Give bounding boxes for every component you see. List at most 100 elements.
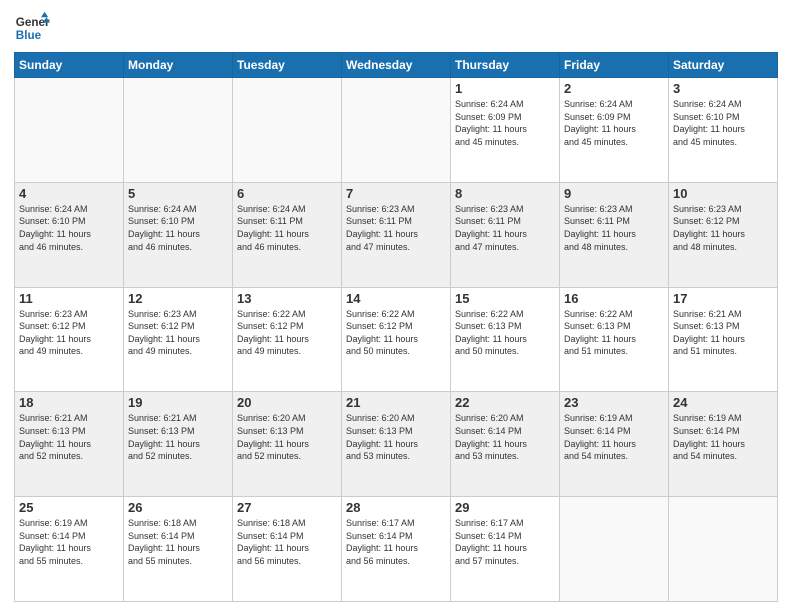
day-number: 19 [128,395,228,410]
day-number: 6 [237,186,337,201]
day-number: 3 [673,81,773,96]
calendar-cell [124,78,233,183]
day-number: 26 [128,500,228,515]
day-info: Sunrise: 6:22 AM Sunset: 6:12 PM Dayligh… [237,308,337,358]
day-info: Sunrise: 6:21 AM Sunset: 6:13 PM Dayligh… [128,412,228,462]
calendar-cell: 16 Sunrise: 6:22 AM Sunset: 6:13 PM Dayli… [560,287,669,392]
day-info: Sunrise: 6:23 AM Sunset: 6:11 PM Dayligh… [564,203,664,253]
header: General Blue [14,10,778,46]
week-row-1: 1 Sunrise: 6:24 AM Sunset: 6:09 PM Daylig… [15,78,778,183]
day-info: Sunrise: 6:24 AM Sunset: 6:09 PM Dayligh… [564,98,664,148]
day-info: Sunrise: 6:21 AM Sunset: 6:13 PM Dayligh… [19,412,119,462]
weekday-header-row: SundayMondayTuesdayWednesdayThursdayFrid… [15,53,778,78]
day-number: 12 [128,291,228,306]
calendar-cell: 9 Sunrise: 6:23 AM Sunset: 6:11 PM Daylig… [560,182,669,287]
day-info: Sunrise: 6:24 AM Sunset: 6:10 PM Dayligh… [128,203,228,253]
day-info: Sunrise: 6:19 AM Sunset: 6:14 PM Dayligh… [673,412,773,462]
day-number: 16 [564,291,664,306]
day-number: 1 [455,81,555,96]
calendar-cell: 15 Sunrise: 6:22 AM Sunset: 6:13 PM Dayli… [451,287,560,392]
weekday-saturday: Saturday [669,53,778,78]
day-number: 10 [673,186,773,201]
calendar-cell: 14 Sunrise: 6:22 AM Sunset: 6:12 PM Dayli… [342,287,451,392]
day-info: Sunrise: 6:23 AM Sunset: 6:11 PM Dayligh… [455,203,555,253]
calendar-cell: 26Sunrise: 6:18 AM Sunset: 6:14 PM Dayli… [124,497,233,602]
day-info: Sunrise: 6:19 AM Sunset: 6:14 PM Dayligh… [564,412,664,462]
calendar-cell: 23 Sunrise: 6:19 AM Sunset: 6:14 PM Dayli… [560,392,669,497]
day-number: 9 [564,186,664,201]
calendar-cell: 28 Sunrise: 6:17 AM Sunset: 6:14 PM Dayli… [342,497,451,602]
day-number: 28 [346,500,446,515]
week-row-3: 11 Sunrise: 6:23 AM Sunset: 6:12 PM Dayli… [15,287,778,392]
calendar-cell: 20Sunrise: 6:20 AM Sunset: 6:13 PM Dayli… [233,392,342,497]
calendar-cell: 4Sunrise: 6:24 AM Sunset: 6:10 PM Daylig… [15,182,124,287]
day-number: 13 [237,291,337,306]
calendar-cell: 3 Sunrise: 6:24 AM Sunset: 6:10 PM Daylig… [669,78,778,183]
day-info: Sunrise: 6:17 AM Sunset: 6:14 PM Dayligh… [455,517,555,567]
calendar-cell: 11 Sunrise: 6:23 AM Sunset: 6:12 PM Dayli… [15,287,124,392]
calendar-cell: 13 Sunrise: 6:22 AM Sunset: 6:12 PM Dayli… [233,287,342,392]
calendar-cell: 22 Sunrise: 6:20 AM Sunset: 6:14 PM Dayli… [451,392,560,497]
day-info: Sunrise: 6:20 AM Sunset: 6:13 PM Dayligh… [237,412,337,462]
day-info: Sunrise: 6:22 AM Sunset: 6:13 PM Dayligh… [564,308,664,358]
calendar-cell [15,78,124,183]
day-info: Sunrise: 6:19 AM Sunset: 6:14 PM Dayligh… [19,517,119,567]
weekday-sunday: Sunday [15,53,124,78]
day-number: 18 [19,395,119,410]
day-number: 17 [673,291,773,306]
day-info: Sunrise: 6:24 AM Sunset: 6:10 PM Dayligh… [673,98,773,148]
calendar-cell [669,497,778,602]
day-number: 4 [19,186,119,201]
page: General Blue SundayMondayTuesdayWednesda… [0,0,792,612]
calendar-cell: 24 Sunrise: 6:19 AM Sunset: 6:14 PM Dayli… [669,392,778,497]
day-info: Sunrise: 6:21 AM Sunset: 6:13 PM Dayligh… [673,308,773,358]
calendar-cell: 5 Sunrise: 6:24 AM Sunset: 6:10 PM Daylig… [124,182,233,287]
calendar-cell: 12 Sunrise: 6:23 AM Sunset: 6:12 PM Dayli… [124,287,233,392]
day-info: Sunrise: 6:24 AM Sunset: 6:11 PM Dayligh… [237,203,337,253]
calendar-cell [233,78,342,183]
calendar-cell: 6 Sunrise: 6:24 AM Sunset: 6:11 PM Daylig… [233,182,342,287]
calendar-cell: 18 Sunrise: 6:21 AM Sunset: 6:13 PM Dayli… [15,392,124,497]
day-number: 7 [346,186,446,201]
day-number: 23 [564,395,664,410]
day-info: Sunrise: 6:20 AM Sunset: 6:13 PM Dayligh… [346,412,446,462]
day-number: 21 [346,395,446,410]
week-row-5: 25Sunrise: 6:19 AM Sunset: 6:14 PM Dayli… [15,497,778,602]
calendar-cell: 21 Sunrise: 6:20 AM Sunset: 6:13 PM Dayli… [342,392,451,497]
day-number: 11 [19,291,119,306]
day-number: 2 [564,81,664,96]
calendar-cell [342,78,451,183]
calendar-cell: 27Sunrise: 6:18 AM Sunset: 6:14 PM Dayli… [233,497,342,602]
day-number: 27 [237,500,337,515]
weekday-thursday: Thursday [451,53,560,78]
day-number: 5 [128,186,228,201]
day-number: 22 [455,395,555,410]
calendar-cell: 17 Sunrise: 6:21 AM Sunset: 6:13 PM Dayli… [669,287,778,392]
day-info: Sunrise: 6:24 AM Sunset: 6:09 PM Dayligh… [455,98,555,148]
weekday-tuesday: Tuesday [233,53,342,78]
calendar-cell [560,497,669,602]
calendar-cell: 25Sunrise: 6:19 AM Sunset: 6:14 PM Dayli… [15,497,124,602]
calendar-cell: 29 Sunrise: 6:17 AM Sunset: 6:14 PM Dayli… [451,497,560,602]
day-info: Sunrise: 6:23 AM Sunset: 6:12 PM Dayligh… [128,308,228,358]
day-info: Sunrise: 6:22 AM Sunset: 6:12 PM Dayligh… [346,308,446,358]
day-info: Sunrise: 6:17 AM Sunset: 6:14 PM Dayligh… [346,517,446,567]
day-info: Sunrise: 6:22 AM Sunset: 6:13 PM Dayligh… [455,308,555,358]
calendar-cell: 19 Sunrise: 6:21 AM Sunset: 6:13 PM Dayli… [124,392,233,497]
day-info: Sunrise: 6:20 AM Sunset: 6:14 PM Dayligh… [455,412,555,462]
day-number: 29 [455,500,555,515]
day-number: 14 [346,291,446,306]
week-row-2: 4 Sunrise: 6:24 AM Sunset: 6:10 PM Daylig… [15,182,778,287]
day-info: Sunrise: 6:23 AM Sunset: 6:12 PM Dayligh… [19,308,119,358]
day-info: Sunrise: 6:23 AM Sunset: 6:11 PM Dayligh… [346,203,446,253]
calendar-cell: 1 Sunrise: 6:24 AM Sunset: 6:09 PM Daylig… [451,78,560,183]
day-number: 24 [673,395,773,410]
weekday-monday: Monday [124,53,233,78]
weekday-wednesday: Wednesday [342,53,451,78]
calendar-cell: 10Sunrise: 6:23 AM Sunset: 6:12 PM Dayli… [669,182,778,287]
svg-text:Blue: Blue [16,29,42,42]
calendar-table: SundayMondayTuesdayWednesdayThursdayFrid… [14,52,778,602]
calendar-cell: 2 Sunrise: 6:24 AM Sunset: 6:09 PM Daylig… [560,78,669,183]
day-number: 15 [455,291,555,306]
day-number: 8 [455,186,555,201]
